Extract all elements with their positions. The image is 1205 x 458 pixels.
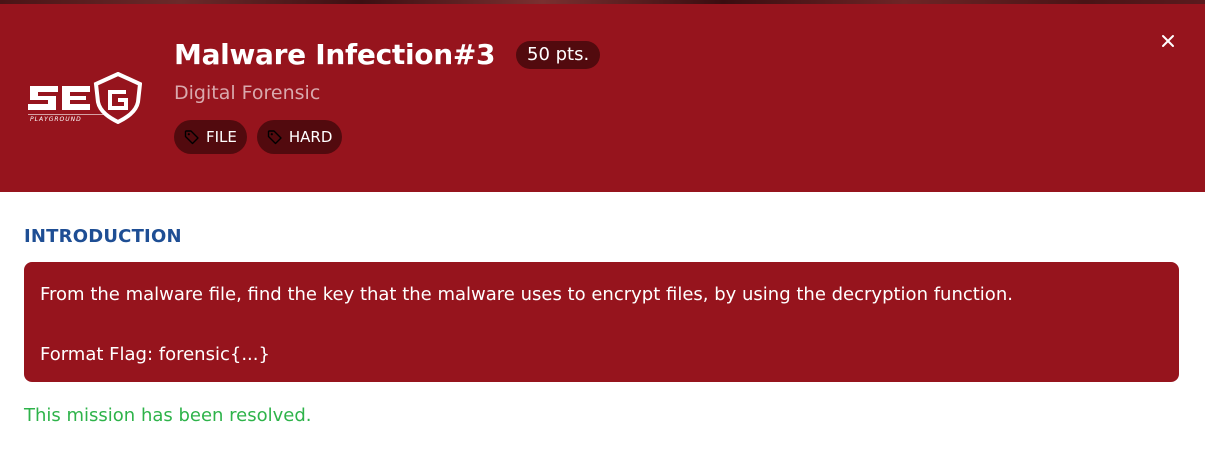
flag-format-text: Format Flag: forensic{...} (40, 344, 270, 365)
tag-label: HARD (288, 128, 333, 146)
points-badge: 50 pts. (516, 41, 601, 69)
mission-category: Digital Forensic (174, 82, 321, 104)
mission-description: From the malware file, find the key that… (24, 262, 1179, 382)
close-button[interactable] (1155, 28, 1181, 54)
tag-icon (267, 129, 283, 145)
tag-list: FILE HARD (174, 120, 343, 154)
mission-title: Malware Infection#3 (174, 38, 496, 71)
tag-file: FILE (174, 120, 247, 154)
tag-icon (184, 129, 200, 145)
introduction-heading: INTRODUCTION (24, 226, 182, 247)
close-icon (1162, 35, 1174, 47)
tag-hard: HARD (256, 120, 343, 154)
resolved-status: This mission has been resolved. (24, 405, 312, 426)
description-text: From the malware file, find the key that… (40, 284, 1013, 305)
seg-playground-logo: PLAYGROUND (26, 71, 143, 125)
svg-text:PLAYGROUND: PLAYGROUND (30, 116, 82, 123)
tag-label: FILE (206, 128, 237, 146)
mission-header: PLAYGROUND Malware Infection#3 50 pts. D… (0, 4, 1205, 192)
